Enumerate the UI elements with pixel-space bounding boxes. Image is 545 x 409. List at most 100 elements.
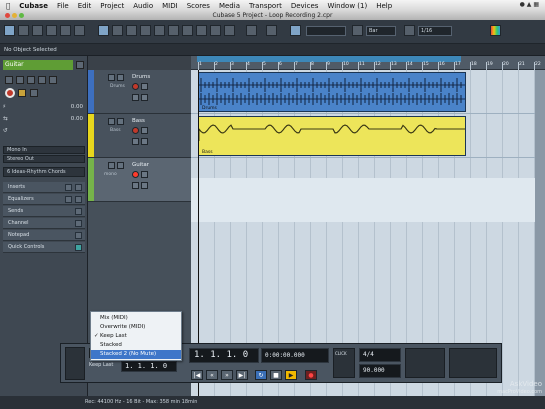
track-mute-button[interactable] <box>108 74 115 81</box>
input-routing[interactable]: Mono In <box>3 146 85 154</box>
part-bass[interactable]: Bass <box>198 116 466 156</box>
track-guitar[interactable]: Guitar mono <box>88 158 191 202</box>
split-tool-icon[interactable] <box>126 25 137 36</box>
volume-row[interactable]: ♯ 0.00 <box>3 102 85 112</box>
fast-forward-button[interactable]: » <box>221 370 233 380</box>
track-write-button[interactable] <box>141 182 148 189</box>
notepad-edit-icon[interactable] <box>75 232 82 239</box>
constrain-delay-button[interactable] <box>18 25 29 36</box>
track-bass[interactable]: Bass Bass <box>88 114 191 158</box>
play-button[interactable]: ▶ <box>285 370 297 380</box>
menu-edit[interactable]: Edit <box>78 2 92 10</box>
mute-button[interactable] <box>5 76 13 84</box>
track-read-button[interactable] <box>132 94 139 101</box>
monitor-button[interactable] <box>18 89 26 97</box>
app-menu[interactable]: Cubase <box>19 2 48 10</box>
menu-file[interactable]: File <box>57 2 69 10</box>
track-mute-button[interactable] <box>108 162 115 169</box>
grid-icon[interactable] <box>404 25 415 36</box>
track-name[interactable]: Drums <box>132 74 150 80</box>
secondary-time-display[interactable]: 0:00:00.000 <box>261 348 329 363</box>
apple-icon[interactable]:  <box>6 2 10 10</box>
part-drums[interactable]: Drums <box>198 72 466 112</box>
lock-icon[interactable] <box>30 89 38 97</box>
zoom-tool-icon[interactable] <box>168 25 179 36</box>
stop-button[interactable]: ■ <box>270 370 282 380</box>
quantize-icon[interactable] <box>352 25 363 36</box>
mute-tool-icon[interactable] <box>182 25 193 36</box>
section-notepad[interactable]: Notepad <box>3 230 85 241</box>
track-read-button[interactable] <box>132 182 139 189</box>
inserts-edit-icon[interactable] <box>75 184 82 191</box>
signature-display[interactable]: 4/4 <box>359 348 401 362</box>
track-drums[interactable]: Drums Drums <box>88 70 191 114</box>
track-write-button[interactable] <box>141 138 148 145</box>
menu-item-stacked[interactable]: Stacked <box>91 341 181 350</box>
menu-help[interactable]: Help <box>376 2 392 10</box>
play-tool-icon[interactable] <box>224 25 235 36</box>
grid-value-select[interactable]: 1/16 <box>418 26 452 36</box>
eq-edit-icon[interactable] <box>75 196 82 203</box>
channel-edit-icon[interactable] <box>75 220 82 227</box>
object-selection-tool-icon[interactable] <box>98 25 109 36</box>
menu-window[interactable]: Window (1) <box>327 2 367 10</box>
left-locator-display[interactable]: 1. 1. 1. 0 <box>121 361 177 372</box>
track-record-button[interactable] <box>132 83 139 90</box>
glue-tool-icon[interactable] <box>140 25 151 36</box>
edit-channel-button[interactable] <box>49 76 57 84</box>
menu-scores[interactable]: Scores <box>187 2 210 10</box>
activate-project-button[interactable] <box>4 25 15 36</box>
track-name[interactable]: Guitar <box>132 162 149 168</box>
erase-tool-icon[interactable] <box>154 25 165 36</box>
range-tool-icon[interactable] <box>112 25 123 36</box>
section-quick-controls[interactable]: Quick Controls <box>3 242 85 253</box>
tempo-display[interactable]: 90.000 <box>359 364 401 378</box>
delay-row[interactable]: ↺ <box>3 126 85 136</box>
sends-edit-icon[interactable] <box>75 208 82 215</box>
vertical-scrollbar[interactable] <box>535 70 545 396</box>
inspector-track-name[interactable]: Guitar <box>3 60 73 70</box>
minimize-window-icon[interactable] <box>12 13 17 18</box>
show-infoline-button[interactable] <box>46 25 57 36</box>
menu-item-keep-last[interactable]: ✓ Keep Last <box>91 332 181 341</box>
snap-type-button[interactable] <box>266 25 277 36</box>
record-enable-button[interactable] <box>5 88 15 98</box>
show-overview-button[interactable] <box>60 25 71 36</box>
show-pool-button[interactable] <box>74 25 85 36</box>
close-window-icon[interactable] <box>5 13 10 18</box>
rewind-button[interactable]: « <box>206 370 218 380</box>
sync-panel[interactable] <box>405 348 445 378</box>
go-to-start-button[interactable]: |◀ <box>191 370 203 380</box>
menu-project[interactable]: Project <box>100 2 124 10</box>
track-read-button[interactable] <box>132 138 139 145</box>
track-solo-button[interactable] <box>117 74 124 81</box>
snap-on-button[interactable] <box>290 25 301 36</box>
section-channel[interactable]: Channel <box>3 218 85 229</box>
track-name[interactable]: Bass <box>132 118 145 124</box>
position-display[interactable]: 1. 1. 1. 0 <box>189 348 259 363</box>
track-mute-button[interactable] <box>108 118 115 125</box>
menu-item-mix-midi[interactable]: Mix (MIDI) <box>91 314 181 323</box>
menu-item-overwrite-midi[interactable]: Overwrite (MIDI) <box>91 323 181 332</box>
track-monitor-button[interactable] <box>141 171 148 178</box>
go-to-end-button[interactable]: ▶| <box>236 370 248 380</box>
pan-row[interactable]: ⇆ 0.00 <box>3 114 85 124</box>
preset-select[interactable]: 6 Ideas-Rhythm Chords <box>3 167 85 177</box>
quantize-select[interactable]: Bar <box>366 26 396 36</box>
inserts-bypass-icon[interactable] <box>65 184 72 191</box>
menu-transport[interactable]: Transport <box>249 2 282 10</box>
color-palette-icon[interactable] <box>490 25 501 36</box>
track-monitor-button[interactable] <box>141 83 148 90</box>
solo-button[interactable] <box>16 76 24 84</box>
draw-tool-icon[interactable] <box>196 25 207 36</box>
eq-bypass-icon[interactable] <box>65 196 72 203</box>
record-button[interactable]: ● <box>305 370 317 380</box>
track-monitor-button[interactable] <box>141 127 148 134</box>
output-routing[interactable]: Stereo Out <box>3 155 85 163</box>
section-equalizers[interactable]: Equalizers <box>3 194 85 205</box>
track-solo-button[interactable] <box>117 162 124 169</box>
section-sends[interactable]: Sends <box>3 206 85 217</box>
track-record-button[interactable] <box>132 171 139 178</box>
cycle-button[interactable]: ↻ <box>255 370 267 380</box>
inspector-settings-icon[interactable] <box>76 61 84 69</box>
